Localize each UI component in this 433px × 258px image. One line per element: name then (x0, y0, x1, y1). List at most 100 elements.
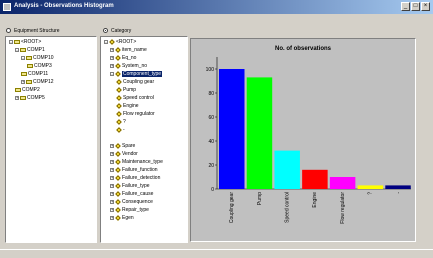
expand-icon[interactable]: + (110, 175, 114, 180)
equipment-tree[interactable]: - <ROOT> - COMP1- COMP10 COMP3 COMP11 + COMP12 CO… (5, 36, 97, 243)
equipment-tree-node[interactable]: - COMP1 (15, 47, 45, 53)
folder-icon (14, 39, 20, 44)
category-tree-node[interactable]: Engine (116, 102, 139, 109)
tree-node-label: Consequence (122, 199, 153, 205)
category-icon (115, 214, 121, 221)
category-tree-node[interactable]: + Repair_type (110, 206, 149, 213)
category-tree-node[interactable]: - <ROOT> (104, 38, 136, 45)
category-tree[interactable]: - <ROOT> + item_name + Eq_no + System_no - Compon… (100, 36, 188, 243)
tree-node-label: COMP1 (27, 47, 45, 53)
expand-icon[interactable]: + (110, 63, 114, 68)
y-tick-label: 60 (208, 115, 214, 121)
category-tree-node[interactable]: + Failure_detection (110, 174, 160, 181)
expand-icon[interactable]: + (15, 95, 19, 100)
x-tick-label: Coupling gear (229, 192, 235, 223)
equipment-tree-node[interactable]: + COMP12 (21, 79, 54, 85)
expand-icon[interactable]: + (110, 151, 114, 156)
equipment-tree-node[interactable]: COMP2 (15, 87, 40, 93)
category-tree-node[interactable]: + Failure_type (110, 182, 150, 189)
equipment-tree-node[interactable]: + COMP5 (15, 95, 45, 101)
equipment-tree-node[interactable]: - <ROOT> (9, 39, 41, 45)
collapse-icon[interactable]: - (110, 71, 114, 76)
folder-icon (21, 71, 27, 76)
collapse-icon[interactable]: - (21, 55, 25, 60)
tree-node-label: Failure_function (122, 167, 158, 173)
x-tick-label: ? (368, 192, 374, 195)
tree-node-label: item_name (122, 47, 147, 53)
tree-node-label: COMP10 (33, 55, 54, 61)
category-icon (109, 38, 115, 45)
category-icon (116, 78, 122, 85)
category-tree-node[interactable]: - Component_type (110, 70, 163, 77)
category-tree-node[interactable]: Coupling gear (116, 78, 154, 85)
equipment-tree-node[interactable]: COMP11 (21, 71, 48, 77)
folder-icon (26, 55, 32, 60)
category-tree-node[interactable]: + item_name (110, 46, 147, 53)
title-bar: Analysis - Observations Histogram _ □ × (0, 0, 433, 14)
x-tick-label: Pump (257, 192, 263, 205)
category-icon (115, 70, 121, 77)
category-tree-node[interactable]: + Failure_function (110, 166, 158, 173)
expand-icon[interactable]: + (110, 47, 114, 52)
minimize-button[interactable]: _ (401, 2, 410, 11)
category-icon (116, 94, 122, 101)
tree-node-label: Speed control (123, 95, 154, 101)
equipment-tree-node[interactable]: - COMP10 (21, 55, 54, 61)
category-tree-node[interactable]: + Vendor (110, 150, 138, 157)
tree-node-label: COMP2 (22, 87, 40, 93)
category-tree-node[interactable]: Flow regulator (116, 110, 155, 117)
bar-2 (274, 150, 300, 189)
folder-icon (20, 95, 26, 100)
category-tree-node[interactable]: Speed control (116, 94, 154, 101)
expand-icon[interactable]: + (110, 159, 114, 164)
category-tree-node[interactable]: + System_no (110, 62, 147, 69)
expand-icon[interactable]: + (110, 199, 114, 204)
tree-node-label: Flow regulator (123, 111, 155, 117)
category-tree-node[interactable]: + Spare (110, 142, 135, 149)
equipment-structure-radio[interactable] (6, 28, 11, 33)
category-tree-node[interactable]: + Egen (110, 214, 134, 221)
histogram-chart: No. of observations 0 20 40 60 80 100 Coupling… (191, 39, 415, 241)
expand-icon[interactable]: + (110, 191, 114, 196)
close-button[interactable]: × (421, 2, 430, 11)
category-tree-node[interactable]: + Eq_no (110, 54, 137, 61)
y-tick-label: 40 (208, 139, 214, 145)
expand-icon[interactable]: + (110, 183, 114, 188)
folder-icon (27, 63, 33, 68)
expand-icon[interactable]: + (21, 79, 25, 84)
category-tree-node[interactable]: + Consequence (110, 198, 153, 205)
expand-icon[interactable]: + (110, 55, 114, 60)
category-radio[interactable] (103, 28, 108, 33)
equipment-structure-label: Equipment Structure (14, 28, 60, 34)
category-tree-node[interactable]: + Failure_cause (110, 190, 153, 197)
collapse-icon[interactable]: - (9, 39, 13, 44)
tree-node-label: Egen (122, 215, 134, 221)
expand-icon[interactable]: + (110, 215, 114, 220)
category-icon (115, 46, 121, 53)
expand-icon[interactable]: + (110, 207, 114, 212)
category-icon (116, 118, 122, 125)
bar-0 (219, 69, 245, 189)
tree-node-label: Eq_no (122, 55, 137, 61)
histogram-panel: No. of observations 0 20 40 60 80 100 Coupling… (190, 38, 416, 242)
collapse-icon[interactable]: - (104, 39, 108, 44)
tree-node-label: Pump (123, 87, 137, 93)
app-icon (3, 3, 11, 11)
category-tree-node[interactable]: + Maintenance_type (110, 158, 163, 165)
maximize-button[interactable]: □ (411, 2, 420, 11)
category-tree-node[interactable]: ? (116, 118, 126, 125)
y-tick-label: 80 (208, 91, 214, 97)
tree-node-label: COMP5 (27, 95, 45, 101)
expand-icon[interactable]: + (110, 167, 114, 172)
category-icon (115, 190, 121, 197)
category-icon (116, 102, 122, 109)
collapse-icon[interactable]: - (15, 47, 19, 52)
expand-icon[interactable]: + (110, 143, 114, 148)
category-icon (116, 126, 122, 133)
tree-node-label: Failure_type (122, 183, 150, 189)
category-icon (115, 206, 121, 213)
equipment-tree-node[interactable]: COMP3 (27, 63, 52, 69)
category-tree-node[interactable]: - (116, 126, 125, 133)
y-tick-label: 100 (206, 67, 215, 73)
category-tree-node[interactable]: Pump (116, 86, 137, 93)
